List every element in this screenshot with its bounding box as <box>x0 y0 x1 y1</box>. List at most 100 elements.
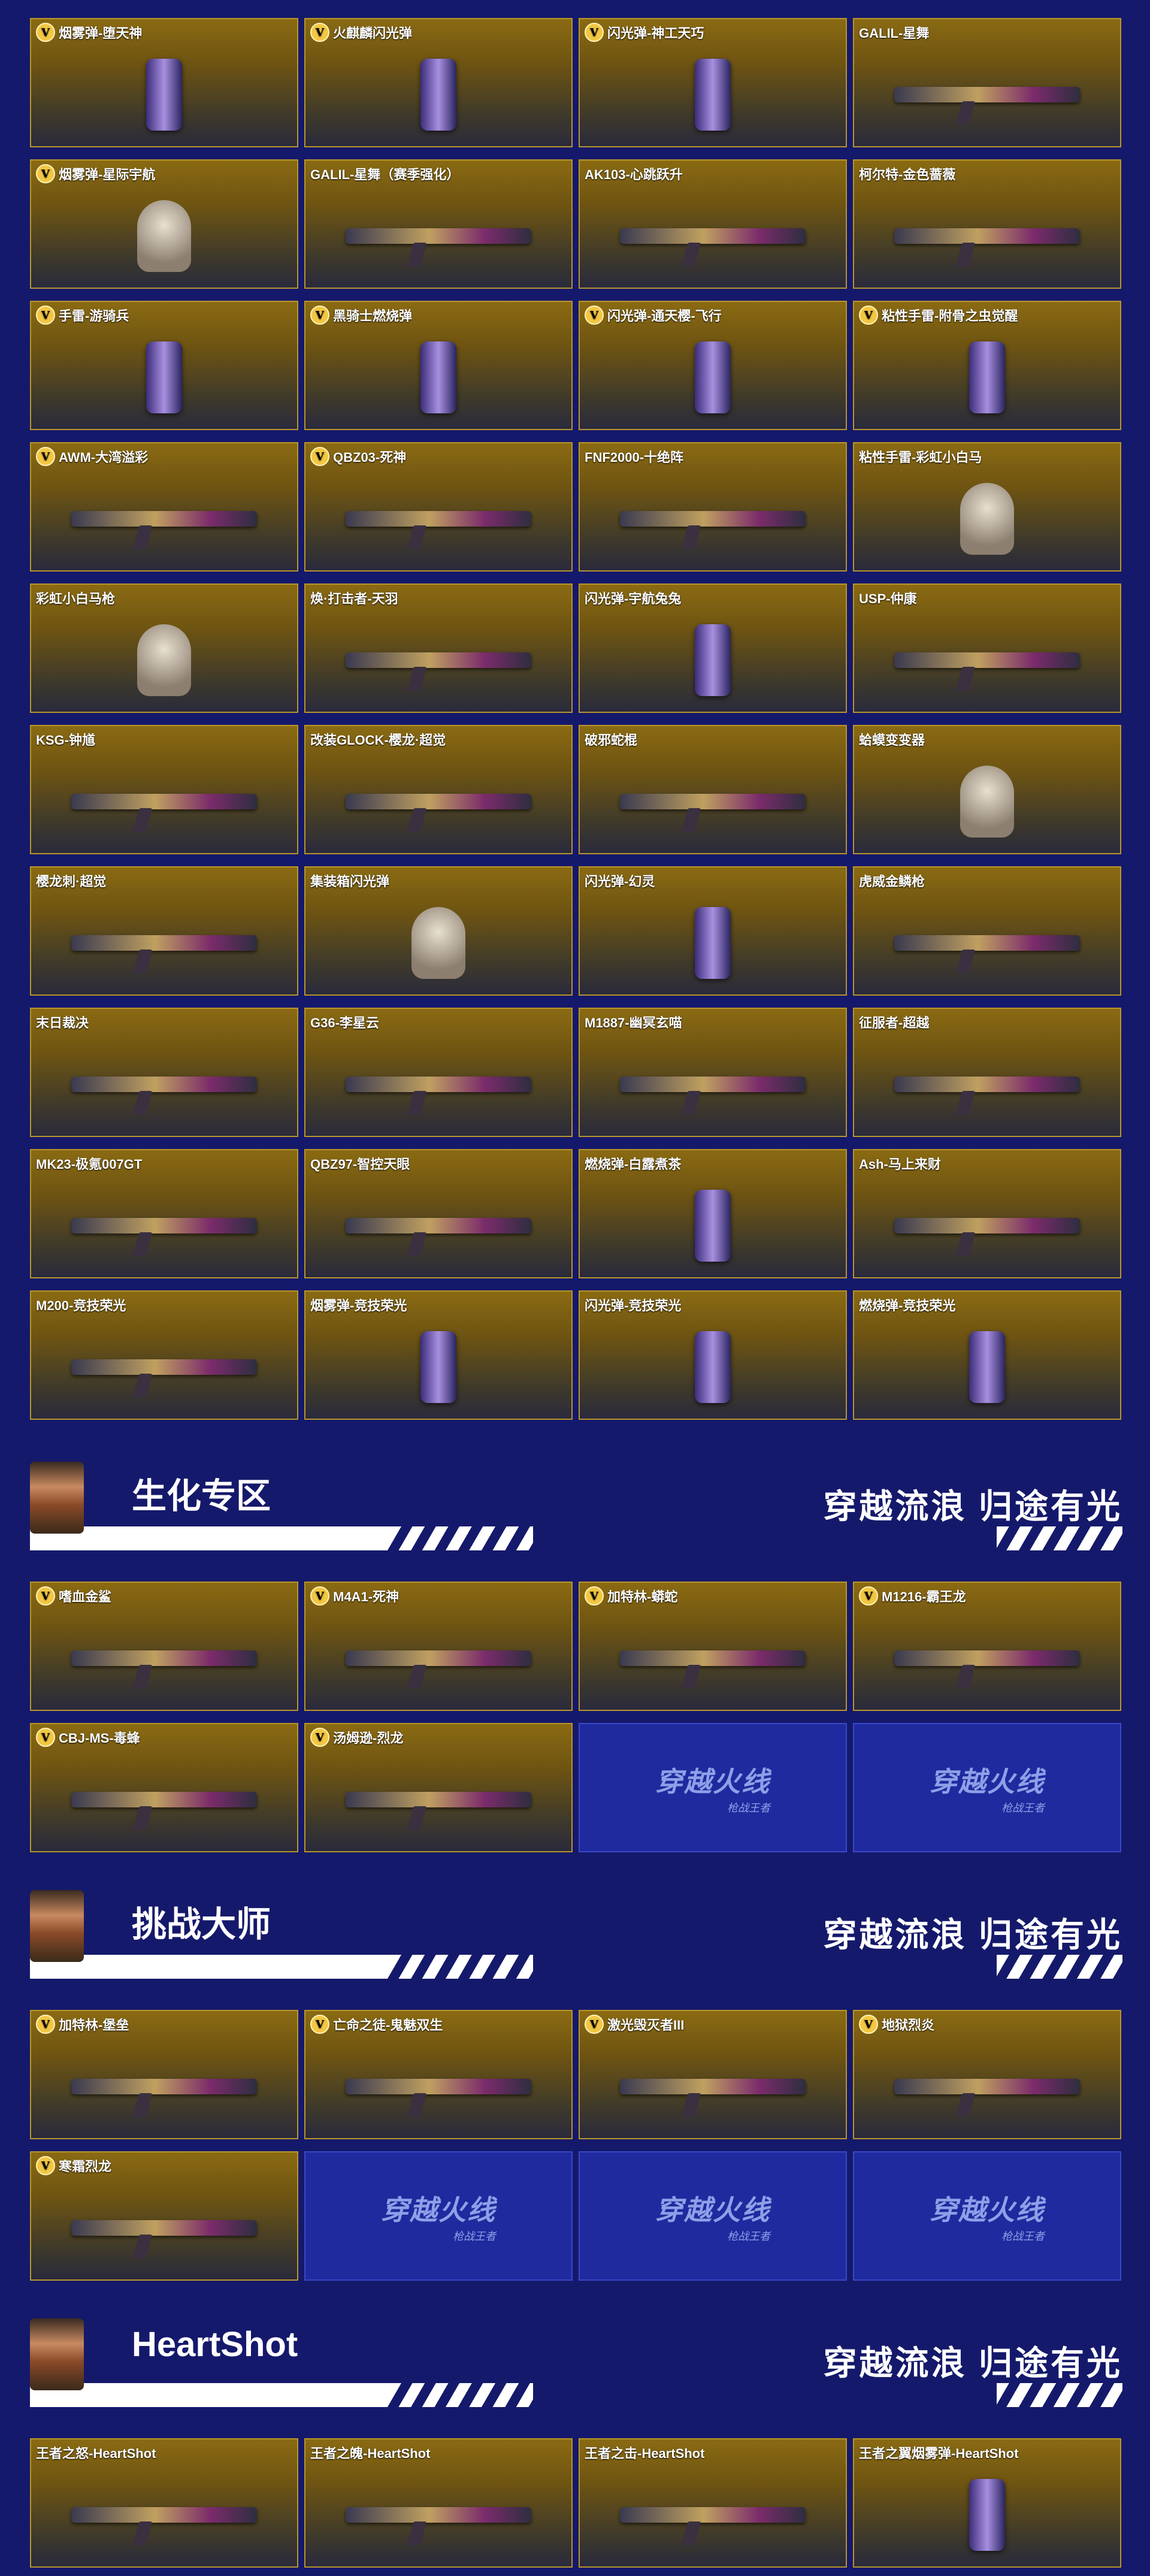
item-name-row: V 地狱烈炎 <box>859 2015 934 2034</box>
item-card[interactable]: 集装箱闪光弹 <box>304 866 573 996</box>
item-card[interactable]: V 加特林-堡垒 <box>30 2010 298 2139</box>
character-avatar-icon <box>30 1462 84 1534</box>
item-card[interactable]: USP-仲康 <box>853 583 1121 713</box>
rifle-icon <box>345 511 532 527</box>
v-badge-icon: V <box>859 306 878 325</box>
item-name-row: KSG-钟馗 <box>36 730 95 749</box>
item-card[interactable]: 燃烧弹-竞技荣光 <box>853 1290 1121 1420</box>
item-card[interactable]: V 烟雾弹-星际宇航 <box>30 159 298 289</box>
item-card[interactable]: V AWM-大湾溢彩 <box>30 442 298 572</box>
item-name-row: V 闪光弹-神工天巧 <box>585 23 704 42</box>
item-card[interactable]: 王者之击-HeartShot <box>579 2438 847 2568</box>
item-card[interactable]: 改装GLOCK-樱龙·超觉 <box>304 725 573 854</box>
item-card[interactable]: V M4A1-死神 <box>304 1582 573 1711</box>
item-card[interactable]: G36-李星云 <box>304 1008 573 1137</box>
item-card[interactable]: 虎威金鳞枪 <box>853 866 1121 996</box>
item-card[interactable]: 闪光弹-宇航兔兔 <box>579 583 847 713</box>
item-card[interactable]: V 火麒麟闪光弹 <box>304 18 573 147</box>
item-card[interactable]: 粘性手雷-彩虹小白马 <box>853 442 1121 572</box>
item-image <box>580 1322 846 1413</box>
item-name: M1216-霸王龙 <box>882 1589 966 1604</box>
item-card[interactable]: M1887-幽冥玄喵 <box>579 1008 847 1137</box>
item-name: 焕·打击者-天羽 <box>310 591 398 606</box>
item-card[interactable]: V 手雷-游骑兵 <box>30 301 298 430</box>
item-card[interactable]: 王者之翼烟雾弹-HeartShot <box>853 2438 1121 2568</box>
item-image <box>854 2469 1120 2560</box>
item-name: 集装箱闪光弹 <box>310 874 390 889</box>
logo-sub-text: 枪战王者 <box>453 2230 496 2242</box>
item-name: 加特林-蟒蛇 <box>607 1589 678 1604</box>
item-name-row: 燃烧弹-竞技荣光 <box>859 1295 955 1314</box>
item-card[interactable]: GALIL-星舞 <box>853 18 1121 147</box>
item-card[interactable]: V M1216-霸王龙 <box>853 1582 1121 1711</box>
item-card[interactable]: V 闪光弹-通天樱-飞行 <box>579 301 847 430</box>
section-slogan: 穿越流浪 归途有光 <box>823 1916 1122 1954</box>
item-card[interactable]: KSG-钟馗 <box>30 725 298 854</box>
item-image <box>854 473 1120 564</box>
flash-grenade-icon <box>695 1331 731 1403</box>
item-name: 激光毁灭者III <box>607 2018 685 2033</box>
item-card[interactable]: V 粘性手雷-附骨之虫觉醒 <box>853 301 1121 430</box>
item-name-row: V M4A1-死神 <box>310 1586 399 1606</box>
item-card[interactable]: V 亡命之徒-鬼魅双生 <box>304 2010 573 2139</box>
item-card[interactable]: 王者之怒-HeartShot <box>30 2438 298 2568</box>
v-badge-icon: V <box>36 2015 55 2034</box>
item-card[interactable]: 征服者-超越 <box>853 1008 1121 1137</box>
item-card[interactable]: QBZ97-智控天眼 <box>304 1149 573 1278</box>
v-badge-icon: V <box>585 23 604 42</box>
item-card[interactable]: 闪光弹-竞技荣光 <box>579 1290 847 1420</box>
item-card[interactable]: V 嗜血金鲨 <box>30 1582 298 1711</box>
item-card[interactable]: 焕·打击者-天羽 <box>304 583 573 713</box>
item-card[interactable]: V 地狱烈炎 <box>853 2010 1121 2139</box>
item-name: 烟雾弹-星际宇航 <box>59 167 156 182</box>
gatling-icon <box>71 2079 258 2094</box>
item-card[interactable]: 闪光弹-幻灵 <box>579 866 847 996</box>
smg-icon <box>345 1792 532 1807</box>
rifle-icon <box>894 87 1081 102</box>
pistol-icon <box>894 652 1081 668</box>
item-image <box>305 615 571 706</box>
item-card[interactable]: 烟雾弹-竞技荣光 <box>304 1290 573 1420</box>
sticky-grenade-icon <box>969 341 1005 413</box>
item-card[interactable]: V 闪光弹-神工天巧 <box>579 18 847 147</box>
item-card[interactable]: MK23-极氪007GT <box>30 1149 298 1278</box>
item-card[interactable]: AK103-心跳跃升 <box>579 159 847 289</box>
item-card[interactable]: V CBJ-MS-毒蜂 <box>30 1723 298 1852</box>
item-name-row: 改装GLOCK-樱龙·超觉 <box>310 730 446 749</box>
item-card[interactable]: V 激光毁灭者III <box>579 2010 847 2139</box>
item-name: 地狱烈炎 <box>882 2018 935 2033</box>
logo-sub-text: 枪战王者 <box>727 2230 770 2242</box>
item-card[interactable]: V QBZ03-死神 <box>304 442 573 572</box>
item-card[interactable]: 彩虹小白马枪 <box>30 583 298 713</box>
item-card[interactable]: GALIL-星舞（赛季强化） <box>304 159 573 289</box>
item-card[interactable]: FNF2000-十绝阵 <box>579 442 847 572</box>
header-stripes <box>365 2383 533 2407</box>
item-card[interactable]: M200-竞技荣光 <box>30 1290 298 1420</box>
item-card[interactable]: 樱龙刺·超觉 <box>30 866 298 996</box>
item-card[interactable]: 燃烧弹-白露煮茶 <box>579 1149 847 1278</box>
item-card[interactable]: 蛤蟆变变器 <box>853 725 1121 854</box>
item-card[interactable]: V 寒霜烈龙 <box>30 2151 298 2281</box>
item-image <box>305 2469 571 2560</box>
item-card[interactable]: 柯尔特-金色蔷薇 <box>853 159 1121 289</box>
item-name-row: 虎威金鳞枪 <box>859 871 925 890</box>
item-card[interactable]: 末日裁决 <box>30 1008 298 1137</box>
game-logo: 穿越火线 枪战王者 <box>854 1724 1120 1851</box>
item-card[interactable]: V 加特林-蟒蛇 <box>579 1582 847 1711</box>
item-card[interactable]: V 烟雾弹-堕天神 <box>30 18 298 147</box>
item-name: 寒霜烈龙 <box>59 2159 112 2174</box>
item-name: 嗜血金鲨 <box>59 1589 112 1604</box>
item-card[interactable]: Ash-马上来财 <box>853 1149 1121 1278</box>
v-badge-icon: V <box>859 1586 878 1606</box>
item-name: 闪光弹-幻灵 <box>585 874 655 889</box>
item-name: KSG-钟馗 <box>36 733 96 748</box>
item-name-row: 王者之击-HeartShot <box>585 2443 704 2462</box>
item-name: QBZ97-智控天眼 <box>310 1157 410 1172</box>
item-card[interactable]: V 汤姆逊-烈龙 <box>304 1723 573 1852</box>
item-card[interactable]: 王者之魄-HeartShot <box>304 2438 573 2568</box>
item-card[interactable]: 破邪蛇棍 <box>579 725 847 854</box>
item-name: 粘性手雷-附骨之虫觉醒 <box>882 309 1018 323</box>
item-name: 闪光弹-宇航兔兔 <box>585 591 682 606</box>
item-card[interactable]: V 黑骑士燃烧弹 <box>304 301 573 430</box>
item-name: 王者之魄-HeartShot <box>310 2446 431 2461</box>
